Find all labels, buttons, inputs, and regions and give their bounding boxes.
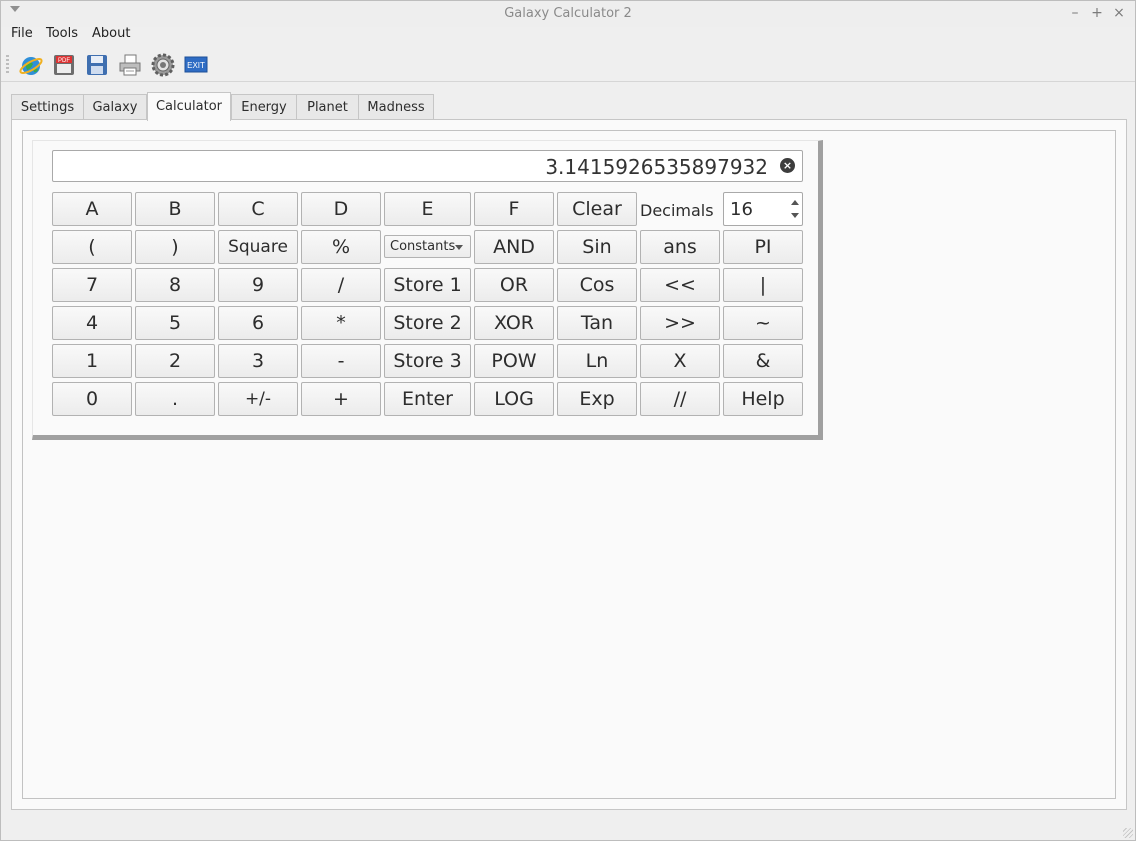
key-decimal-point[interactable]: . [135,382,215,416]
title-bar: Galaxy Calculator 2 – + × [1,1,1135,27]
key-percent[interactable]: % [301,230,381,264]
decimals-spinbox[interactable]: 16 [723,192,803,226]
close-button[interactable]: × [1110,4,1128,22]
key-bitwise-and[interactable]: & [723,344,803,378]
key-f[interactable]: F [474,192,554,226]
decimals-value: 16 [730,199,753,220]
printer-icon[interactable] [117,52,143,78]
key-bitwise-not[interactable]: ~ [723,306,803,340]
key-9[interactable]: 9 [218,268,298,302]
key-b[interactable]: B [135,192,215,226]
key-8[interactable]: 8 [135,268,215,302]
key-ans[interactable]: ans [640,230,720,264]
resize-grip-icon[interactable] [1123,828,1133,838]
key-log[interactable]: LOG [474,382,554,416]
key-and[interactable]: AND [474,230,554,264]
key-divide[interactable]: / [301,268,381,302]
minimize-button[interactable]: – [1066,4,1084,22]
key-square[interactable]: Square [218,230,298,264]
key-tan[interactable]: Tan [557,306,637,340]
key-ln[interactable]: Ln [557,344,637,378]
key-open-paren[interactable]: ( [52,230,132,264]
menu-about[interactable]: About [92,27,130,41]
key-7[interactable]: 7 [52,268,132,302]
key-5[interactable]: 5 [135,306,215,340]
key-1[interactable]: 1 [52,344,132,378]
tab-planet[interactable]: Planet [296,94,359,120]
key-negate[interactable]: +/- [218,382,298,416]
key-x[interactable]: X [640,344,720,378]
key-c[interactable]: C [218,192,298,226]
key-shift-right[interactable]: >> [640,306,720,340]
main-window: Galaxy Calculator 2 – + × File Tools Abo… [0,0,1136,841]
key-subtract[interactable]: - [301,344,381,378]
chevron-down-icon [455,245,463,250]
spin-down-icon[interactable] [791,213,799,218]
key-bitwise-or[interactable]: | [723,268,803,302]
decimals-label: Decimals [640,201,714,220]
key-sin[interactable]: Sin [557,230,637,264]
key-cos[interactable]: Cos [557,268,637,302]
globe-icon[interactable] [18,52,44,78]
key-e[interactable]: E [384,192,471,226]
key-pow[interactable]: POW [474,344,554,378]
save-icon[interactable] [84,52,110,78]
key-d[interactable]: D [301,192,381,226]
constants-dropdown[interactable]: Constants [384,235,471,258]
help-button[interactable]: Help [723,382,803,416]
key-store-2[interactable]: Store 2 [384,306,471,340]
key-integer-divide[interactable]: // [640,382,720,416]
key-close-paren[interactable]: ) [135,230,215,264]
key-xor[interactable]: XOR [474,306,554,340]
pdf-icon[interactable]: PDF [51,52,77,78]
display-value: 3.1415926535897932 [545,155,768,179]
key-a[interactable]: A [52,192,132,226]
toolbar: PDF EXIT [1,48,1135,82]
tab-settings[interactable]: Settings [11,94,84,120]
menu-bar: File Tools About [1,27,1135,47]
key-pi[interactable]: PI [723,230,803,264]
calculator-panel: 3.1415926535897932 × A B C D E F Clear D… [32,140,823,440]
key-4[interactable]: 4 [52,306,132,340]
key-store-3[interactable]: Store 3 [384,344,471,378]
key-store-1[interactable]: Store 1 [384,268,471,302]
key-or[interactable]: OR [474,268,554,302]
key-shift-left[interactable]: << [640,268,720,302]
menu-tools[interactable]: Tools [46,27,78,41]
key-exp[interactable]: Exp [557,382,637,416]
constants-label: Constants [390,239,456,254]
key-add[interactable]: + [301,382,381,416]
menu-file[interactable]: File [11,27,33,41]
maximize-button[interactable]: + [1088,4,1106,22]
key-3[interactable]: 3 [218,344,298,378]
key-multiply[interactable]: * [301,306,381,340]
tab-madness[interactable]: Madness [358,94,434,120]
key-2[interactable]: 2 [135,344,215,378]
svg-text:PDF: PDF [58,58,70,64]
tab-energy[interactable]: Energy [231,94,297,120]
exit-icon[interactable]: EXIT [183,52,209,78]
clear-display-icon[interactable]: × [780,158,795,173]
window-title: Galaxy Calculator 2 [504,6,632,21]
key-enter[interactable]: Enter [384,382,471,416]
settings-icon[interactable] [150,52,176,78]
calculator-display[interactable]: 3.1415926535897932 × [52,150,803,182]
key-0[interactable]: 0 [52,382,132,416]
tab-galaxy[interactable]: Galaxy [83,94,147,120]
svg-text:EXIT: EXIT [187,61,205,70]
key-6[interactable]: 6 [218,306,298,340]
status-bar [1,810,1135,840]
clear-button[interactable]: Clear [557,192,637,226]
toolbar-grip[interactable] [6,55,9,75]
tab-calculator[interactable]: Calculator [147,92,231,121]
spin-up-icon[interactable] [791,200,799,205]
